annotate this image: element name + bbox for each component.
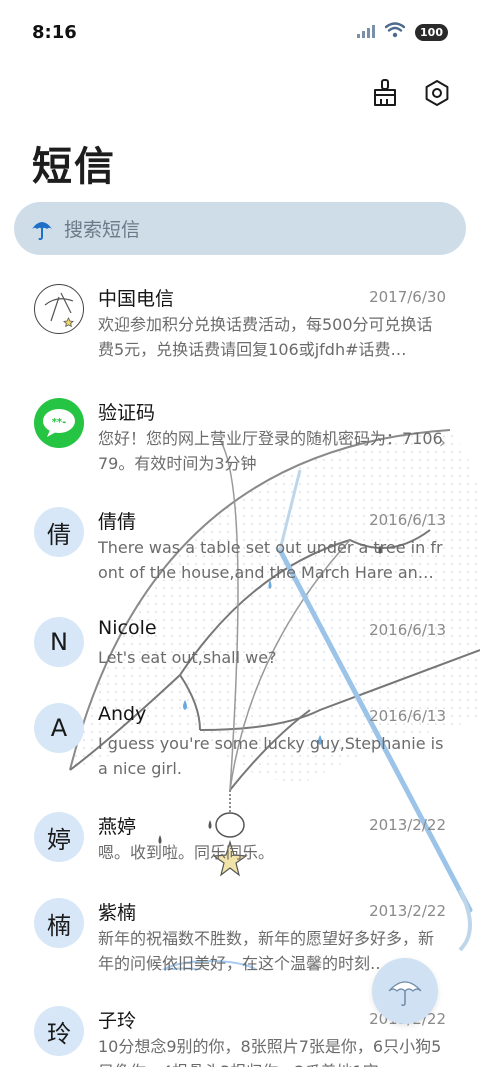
wifi-icon — [384, 22, 406, 42]
avatar — [34, 284, 84, 334]
svg-text:**-: **- — [52, 417, 67, 428]
message-date: 2016/6/13 — [369, 621, 446, 639]
message-preview: 10分想念9别的你，8张照片7张是你，6只小狗5只像你，4根骨头3根归你，2爪着… — [98, 1037, 442, 1067]
contact-name: Andy — [98, 703, 147, 725]
search-bar[interactable]: 搜索短信 — [14, 202, 466, 255]
conversation-row[interactable]: 婷 燕婷 2013/2/22 嗯。收到啦。同乐同乐。 — [0, 806, 480, 906]
avatar: N — [34, 617, 84, 667]
avatar: 婷 — [34, 812, 84, 862]
message-preview: I guess you're some lucky guy,Stephanie … — [98, 734, 444, 778]
conversation-row[interactable]: **- 验证码 › 您好！您的网上营业厅登录的随机密码为：710679。有效时间… — [0, 392, 480, 492]
search-input[interactable]: 搜索短信 — [64, 215, 140, 242]
message-preview: 嗯。收到啦。同乐同乐。 — [98, 843, 275, 862]
compose-button[interactable] — [372, 958, 438, 1024]
settings-icon[interactable] — [420, 76, 454, 110]
conversation-row[interactable]: N Nicole 2016/6/13 Let's eat out,shall w… — [0, 611, 480, 711]
contact-name: 子玲 — [98, 1010, 137, 1032]
contact-name: 中国电信 — [98, 288, 175, 310]
avatar: A — [34, 703, 84, 753]
message-date: 2016/6/13 — [369, 707, 446, 725]
umbrella-icon — [388, 981, 422, 1006]
conversation-row[interactable]: A Andy 2016/6/13 I guess you're some luc… — [0, 697, 480, 797]
contact-name: 验证码 — [98, 402, 156, 424]
contact-name: Nicole — [98, 617, 157, 639]
message-preview: Let's eat out,shall we? — [98, 648, 277, 667]
contact-name: 紫楠 — [98, 902, 137, 924]
conversation-row[interactable]: 倩 倩倩 2016/6/13 There was a table set out… — [0, 501, 480, 601]
message-date: 2017/6/30 — [369, 288, 446, 306]
message-date: 2016/6/13 — [369, 511, 446, 529]
avatar: 楠 — [34, 898, 84, 948]
umbrella-icon — [30, 217, 54, 241]
top-actions — [368, 76, 454, 110]
message-preview: There was a table set out under a tree i… — [98, 538, 443, 582]
status-time: 8:16 — [32, 22, 77, 43]
message-preview: 欢迎参加积分兑换话费活动，每500分可兑换话费5元，兑换话费请回复106或jfd… — [98, 315, 433, 359]
message-date: 2013/2/22 — [369, 816, 446, 834]
contact-name: 燕婷 — [98, 816, 137, 838]
conversation-row[interactable]: 中国电信 2017/6/30 欢迎参加积分兑换话费活动，每500分可兑换话费5元… — [0, 278, 480, 378]
status-bar: 8:16 100 — [0, 0, 480, 68]
status-icons: 100 — [357, 22, 448, 42]
avatar: 玲 — [34, 1006, 84, 1056]
message-date: 2013/2/22 — [369, 902, 446, 920]
message-bubble-icon: **- — [34, 398, 84, 448]
page-title: 短信 — [32, 144, 116, 190]
signal-icon — [357, 23, 376, 42]
broom-icon[interactable] — [368, 76, 402, 110]
avatar: 倩 — [34, 507, 84, 557]
contact-name: 倩倩 — [98, 511, 137, 533]
battery-icon: 100 — [415, 23, 448, 41]
message-preview: 您好！您的网上营业厅登录的随机密码为：710679。有效时间为3分钟 — [98, 429, 443, 473]
